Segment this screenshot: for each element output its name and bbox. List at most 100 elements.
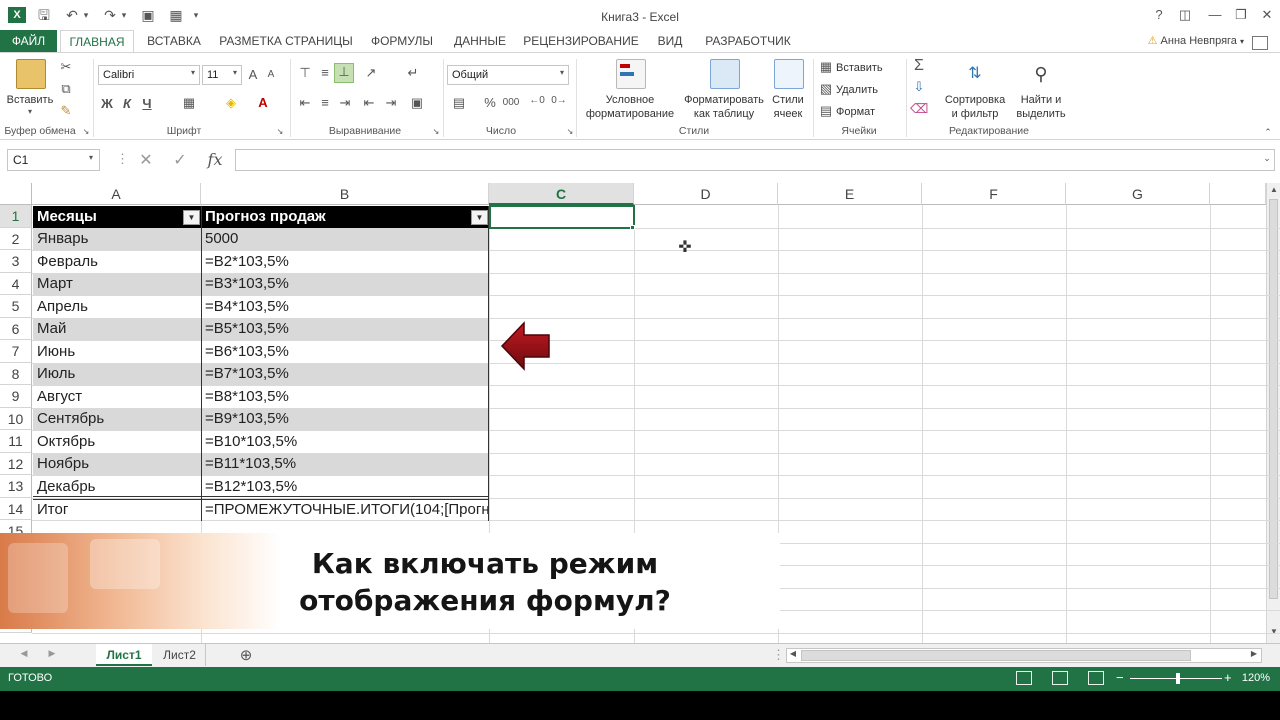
table-header-forecast[interactable]: Прогноз продаж — [201, 206, 489, 228]
ribbon-display-icon[interactable]: ◫ — [1174, 6, 1196, 24]
table-cell-month[interactable]: Ноябрь — [33, 453, 201, 475]
row-header[interactable]: 13 — [0, 475, 32, 498]
sheet-tab-2[interactable]: Лист2 — [154, 644, 206, 666]
table-cell-forecast[interactable]: =B9*103,5% — [201, 408, 489, 430]
fill-handle[interactable] — [630, 225, 635, 230]
format-cells-icon[interactable]: ▤ — [818, 103, 834, 119]
chevron-down-icon[interactable]: ▾ — [86, 153, 96, 162]
table-cell-total-label[interactable]: Итог — [33, 499, 201, 521]
help-icon[interactable]: ? — [1148, 6, 1170, 24]
table-cell-month[interactable]: Июль — [33, 363, 201, 385]
fill-color-icon[interactable]: ◈ — [222, 95, 240, 111]
percent-button[interactable]: % — [482, 95, 498, 110]
tab-data[interactable]: ДАННЫЕ — [446, 30, 514, 52]
autosum-icon[interactable]: Σ — [910, 57, 928, 75]
page-break-view-icon[interactable] — [1088, 671, 1104, 685]
sort-filter-button[interactable]: Сортировка и фильтр — [940, 93, 1010, 121]
minimize-icon[interactable]: — — [1204, 6, 1226, 24]
column-header-e[interactable]: E — [778, 183, 922, 205]
table-cell-forecast[interactable]: =B11*103,5% — [201, 453, 489, 475]
column-header-h[interactable] — [1210, 183, 1266, 205]
delete-cells-icon[interactable]: ▧ — [818, 81, 834, 97]
scroll-up-icon[interactable]: ▲ — [1267, 185, 1280, 194]
fill-icon[interactable]: ⇩ — [910, 79, 928, 95]
vertical-scrollbar[interactable]: ▲ ▼ — [1266, 183, 1280, 643]
insert-cells-button[interactable]: Вставить — [836, 61, 896, 75]
row-header[interactable]: 12 — [0, 453, 32, 475]
filter-dropdown-icon[interactable]: ▼ — [471, 210, 488, 225]
align-right-icon[interactable]: ⇥ — [336, 95, 354, 111]
table-cell-forecast[interactable]: =B5*103,5% — [201, 318, 489, 340]
format-as-table-button[interactable]: Форматировать как таблицу — [680, 93, 768, 121]
table-cell-month[interactable]: Октябрь — [33, 431, 201, 453]
tab-formulas[interactable]: ФОРМУЛЫ — [364, 30, 440, 52]
thousands-button[interactable]: 000 — [500, 97, 522, 108]
align-center-icon[interactable]: ≡ — [316, 95, 334, 110]
table-cell-month[interactable]: Январь — [33, 228, 201, 250]
delete-cells-button[interactable]: Удалить — [836, 83, 896, 97]
table-cell-month[interactable]: Июнь — [33, 341, 201, 363]
scroll-right-icon[interactable]: ▶ — [1249, 649, 1259, 658]
align-bottom-icon[interactable]: ⊥ — [334, 63, 354, 83]
chevron-down-icon[interactable]: ▾ — [22, 107, 38, 116]
underline-button[interactable]: Ч — [140, 96, 154, 111]
wrap-text-icon[interactable]: ↵ — [404, 65, 422, 81]
clear-icon[interactable]: ⌫ — [910, 101, 928, 117]
tab-developer[interactable]: РАЗРАБОТЧИК — [698, 30, 798, 52]
column-header-b[interactable]: B — [201, 183, 489, 205]
orientation-icon[interactable]: ↗ — [360, 65, 382, 81]
table-cell-total-formula[interactable]: =ПРОМЕЖУТОЧНЫЕ.ИТОГИ(104;[Прогноз продаж… — [201, 499, 489, 521]
format-as-table-icon[interactable] — [710, 59, 740, 89]
dialog-launcher-icon[interactable]: ↘ — [566, 127, 574, 136]
font-color-icon[interactable]: A — [254, 95, 272, 110]
column-header-a[interactable]: A — [32, 183, 201, 205]
column-header-g[interactable]: G — [1066, 183, 1210, 205]
table-cell-forecast[interactable]: =B8*103,5% — [201, 386, 489, 408]
tab-home[interactable]: ГЛАВНАЯ — [60, 30, 134, 52]
new-sheet-icon[interactable]: ⊕ — [236, 646, 256, 664]
horizontal-scrollbar[interactable]: ◀ ▶ — [786, 648, 1262, 663]
tab-file[interactable]: ФАЙЛ — [0, 30, 57, 52]
column-header-c[interactable]: C — [489, 183, 634, 205]
collapse-ribbon-icon[interactable]: ⌃ — [1262, 127, 1274, 138]
increase-decimal-icon[interactable]: ←0 — [528, 95, 546, 106]
dialog-launcher-icon[interactable]: ↘ — [276, 127, 284, 136]
table-cell-month[interactable]: Декабрь — [33, 476, 201, 498]
table-cell-month[interactable]: Апрель — [33, 296, 201, 318]
table-cell-month[interactable]: Февраль — [33, 251, 201, 273]
currency-icon[interactable]: ▤ — [448, 95, 470, 111]
table-cell-forecast[interactable]: =B3*103,5% — [201, 273, 489, 295]
row-header[interactable]: 7 — [0, 340, 32, 363]
copy-icon[interactable]: ⧉ — [58, 81, 74, 97]
dialog-launcher-icon[interactable]: ↘ — [82, 127, 90, 136]
bold-button[interactable]: Ж — [100, 96, 114, 111]
sort-filter-icon[interactable]: ⇅ — [960, 59, 990, 89]
next-sheet-icon[interactable]: ▶ — [46, 648, 58, 659]
vertical-scroll-thumb[interactable] — [1269, 199, 1278, 599]
row-header[interactable]: 1 — [0, 205, 32, 228]
row-header[interactable]: 8 — [0, 363, 32, 385]
horizontal-scroll-thumb[interactable] — [801, 650, 1191, 661]
merge-center-icon[interactable]: ▣ — [406, 95, 428, 111]
table-cell-forecast[interactable]: =B7*103,5% — [201, 363, 489, 385]
user-account[interactable]: ⚠ Анна Невпряга ▾ — [1148, 34, 1244, 47]
find-select-button[interactable]: Найти и выделить — [1008, 93, 1074, 121]
row-header[interactable]: 4 — [0, 273, 32, 295]
tab-view[interactable]: ВИД — [648, 30, 692, 52]
table-cell-month[interactable]: Август — [33, 386, 201, 408]
conditional-formatting-icon[interactable] — [616, 59, 646, 89]
row-header[interactable]: 6 — [0, 318, 32, 340]
insert-cells-icon[interactable]: ▦ — [818, 59, 834, 75]
cell-styles-button[interactable]: Стили ячеек — [766, 93, 810, 121]
enter-icon[interactable]: ✓ — [170, 150, 190, 170]
align-top-icon[interactable]: ⊤ — [296, 65, 314, 81]
font-name-select[interactable]: Calibri — [98, 65, 200, 85]
row-header[interactable]: 3 — [0, 250, 32, 273]
paste-icon[interactable] — [16, 59, 46, 89]
filter-dropdown-icon[interactable]: ▼ — [183, 210, 200, 225]
prev-sheet-icon[interactable]: ◀ — [18, 648, 30, 659]
column-header-f[interactable]: F — [922, 183, 1066, 205]
shrink-font-button[interactable]: A — [264, 69, 278, 80]
column-header-d[interactable]: D — [634, 183, 778, 205]
sheet-tab-1[interactable]: Лист1 — [96, 644, 152, 666]
